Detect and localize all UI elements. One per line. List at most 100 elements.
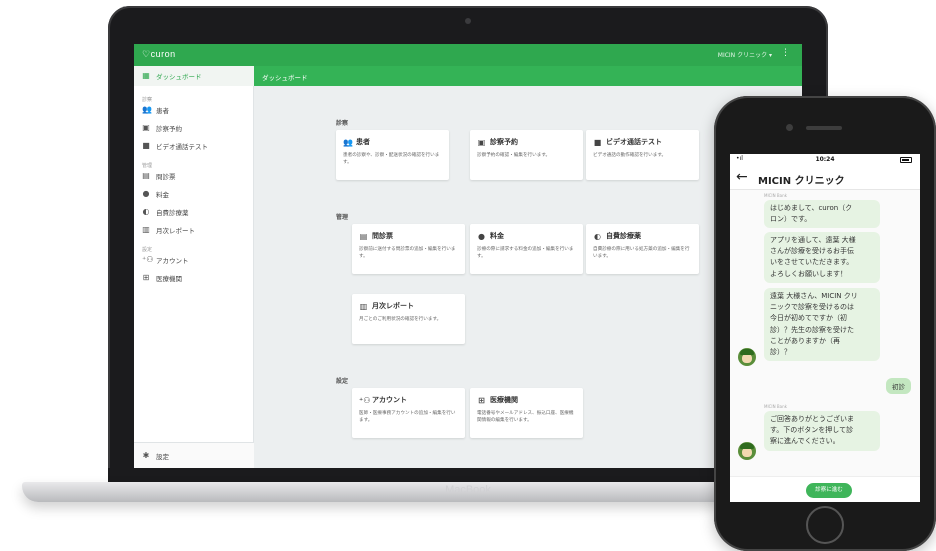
more-menu-icon[interactable]: ⋮ (781, 48, 790, 58)
card-title: 料金 (490, 232, 504, 240)
chat-bubble-incoming: 遠葉 大様さん、MICIN クリ ニックで診察を受けるのは 今日が初めてですか（… (764, 288, 880, 362)
sidebar-item-dashboard[interactable]: ▦ ダッシュボード (134, 66, 254, 86)
curon-logo[interactable]: ♡curon (142, 49, 176, 60)
sidebar-item-fees[interactable]: ● 料金 (142, 188, 170, 200)
back-arrow-icon[interactable]: ← (736, 169, 748, 185)
chat-area: MICIN Bank はじめまして、curon（ク ロン）です。 アプリを通して… (730, 190, 920, 476)
message-line: よろしくお願いします！ (770, 269, 847, 278)
sidebar-item-monthly-report[interactable]: ▥ 月次レポート (142, 224, 195, 236)
sidebar-item-label: ビデオ通話テスト (156, 143, 208, 151)
macbook-label: MacBook (445, 484, 491, 496)
card-description: 診察前に送付する問診票の追加・編集を行います。 (359, 247, 456, 259)
card-description: 自費診療の際に用いる処方薬の追加・編集を行います。 (593, 247, 690, 259)
message-line: アプリを通して、遠葉 大様 (770, 236, 856, 244)
section-label-admin: 管理 (336, 214, 349, 221)
card-questionnaire[interactable]: ▤ 問診票 診察前に送付する問診票の追加・編集を行います。 (352, 224, 465, 274)
section-label-settings: 設定 (336, 378, 349, 385)
message-line: 診）？先生の診察を受けた (770, 325, 854, 334)
card-title: 診察予約 (490, 138, 518, 146)
phone-screen: •ıl 10:24 ← MICIN クリニック MICIN Bank はじめまし… (730, 154, 920, 502)
phone-camera (786, 124, 793, 131)
message-line: はじめまして、curon（ク (770, 204, 853, 212)
user-menu[interactable]: MICIN クリニック ▾ (718, 50, 772, 59)
phone-speaker (806, 126, 842, 130)
sidebar-item-label: 問診票 (156, 173, 176, 181)
add-user-icon: ⁺⚇ (359, 395, 371, 405)
card-video-test[interactable]: ■ ビデオ通話テスト ビデオ通話の動作確認を行います。 (586, 130, 699, 180)
page-title: ダッシュボード (262, 74, 308, 82)
sidebar-item-label: 料金 (156, 191, 169, 199)
video-icon: ■ (142, 141, 150, 150)
sidebar-category: 診察 (142, 97, 153, 103)
message-line: 察に進んでください。 (770, 437, 840, 446)
card-patients[interactable]: 👥 患者 患者の診察や、診察・配送状況の確認を行います。 (336, 130, 449, 180)
sidebar-item-private-drugs[interactable]: ◐ 自費診療薬 (142, 206, 189, 218)
message-line: す。下のボタンを押して診 (770, 426, 854, 435)
message-line: 診）？ (770, 348, 791, 357)
card-description: 診療の際に請求する料金の追加・編集を行います。 (477, 247, 574, 259)
card-title: 自費診療薬 (606, 232, 641, 240)
card-description: 月ごとのご利用状況の確認を行います。 (359, 317, 442, 322)
sidebar-category: 設定 (142, 247, 153, 253)
sidebar-item-account[interactable]: ⁺⚇ アカウント (142, 254, 189, 266)
card-description: 医師・医療事務アカウントの追加・編集を行います。 (359, 411, 456, 423)
sidebar-item-patients[interactable]: 👥 患者 (142, 104, 169, 116)
message-line: ニックで診察を受けるのは (770, 303, 854, 312)
message-line: 今日が初めてですか（初 (770, 314, 847, 323)
proceed-to-consultation-button[interactable]: 診察に進む (806, 483, 852, 498)
message-line: ご回答ありがとうございま (770, 415, 854, 423)
message-line: さんが診療を受けるお手伝 (770, 247, 854, 256)
card-description: ビデオ通話の動作確認を行います。 (593, 153, 667, 158)
card-monthly-report[interactable]: ▥ 月次レポート 月ごとのご利用状況の確認を行います。 (352, 294, 465, 344)
hospital-icon: ⊞ (478, 395, 485, 405)
people-icon: 👥 (142, 105, 152, 114)
coin-icon: ● (142, 189, 150, 198)
message-line: 遠葉 大様さん、MICIN クリ (770, 292, 858, 300)
calendar-icon: ▣ (477, 137, 486, 147)
chat-bubble-incoming: アプリを通して、遠葉 大様 さんが診療を受けるお手伝 いをさせていただきます。 … (764, 232, 880, 283)
card-description: 患者の診察や、診察・配送状況の確認を行います。 (343, 153, 440, 165)
chat-bubble-incoming: はじめまして、curon（ク ロン）です。 (764, 200, 880, 229)
laptop-screen: ♡curon MICIN クリニック ▾ ⋮ ▦ ダッシュボード 診察 👥 患者… (134, 44, 802, 468)
hospital-icon: ⊞ (142, 273, 150, 282)
sidebar-item-appointments[interactable]: ▣ 診察予約 (142, 122, 182, 134)
card-title: 月次レポート (372, 302, 414, 310)
chat-bubble-outgoing: 初診 (886, 378, 911, 394)
gear-icon: ✱ (142, 451, 150, 460)
message-line: ロン）です。 (770, 215, 812, 224)
card-appointments[interactable]: ▣ 診察予約 診察予約の確認・編集を行います。 (470, 130, 583, 180)
sidebar-item-label: 自費診療薬 (156, 209, 189, 217)
dashboard-icon: ▦ (142, 71, 150, 80)
coin-icon: ● (478, 231, 485, 241)
video-icon: ■ (593, 137, 602, 147)
chat-footer: 診察に進む (730, 476, 920, 502)
sidebar-item-label: 設定 (156, 453, 169, 461)
chat-bubble-incoming: ご回答ありがとうございま す。下のボタンを押して診 察に進んでください。 (764, 411, 880, 451)
status-bar: •ıl 10:24 (730, 154, 920, 166)
home-button[interactable] (806, 506, 844, 544)
message-line: ことがありますか（再 (770, 336, 840, 345)
sender-name: MICIN Bank (764, 404, 787, 409)
sidebar-item-label: ダッシュボード (156, 73, 202, 81)
add-user-icon: ⁺⚇ (142, 255, 154, 264)
sidebar-item-label: 医療機関 (156, 275, 182, 283)
phone: •ıl 10:24 ← MICIN クリニック MICIN Bank はじめまし… (714, 96, 936, 551)
chat-title: MICIN クリニック (758, 176, 845, 187)
sidebar-settings[interactable]: ✱ 設定 (134, 442, 254, 468)
sidebar-item-institution[interactable]: ⊞ 医療機関 (142, 272, 182, 284)
card-title: 問診票 (372, 232, 393, 240)
message-line: いをさせていただきます。 (770, 258, 854, 267)
app-header: ♡curon MICIN クリニック ▾ ⋮ (134, 44, 802, 66)
card-description: 電話番号やメールアドレス、振込口座、医療機関情報の編集を行います。 (477, 411, 574, 423)
sidebar-item-questionnaire[interactable]: ▤ 問診票 (142, 170, 176, 182)
sidebar: ▦ ダッシュボード 診察 👥 患者 ▣ 診察予約 ■ ビデオ通話テスト 管理 ▤… (134, 66, 254, 468)
card-account[interactable]: ⁺⚇ アカウント 医師・医療事務アカウントの追加・編集を行います。 (352, 388, 465, 438)
card-private-drugs[interactable]: ◐ 自費診療薬 自費診療の際に用いる処方薬の追加・編集を行います。 (586, 224, 699, 274)
card-fees[interactable]: ● 料金 診療の際に請求する料金の追加・編集を行います。 (470, 224, 583, 274)
card-institution[interactable]: ⊞ 医療機関 電話番号やメールアドレス、振込口座、医療機関情報の編集を行います。 (470, 388, 583, 438)
document-icon: ▤ (142, 171, 150, 180)
sidebar-item-label: 月次レポート (156, 227, 195, 235)
sidebar-item-video-test[interactable]: ■ ビデオ通話テスト (142, 140, 208, 152)
doctor-avatar (738, 442, 756, 460)
sidebar-item-label: 診察予約 (156, 125, 182, 133)
